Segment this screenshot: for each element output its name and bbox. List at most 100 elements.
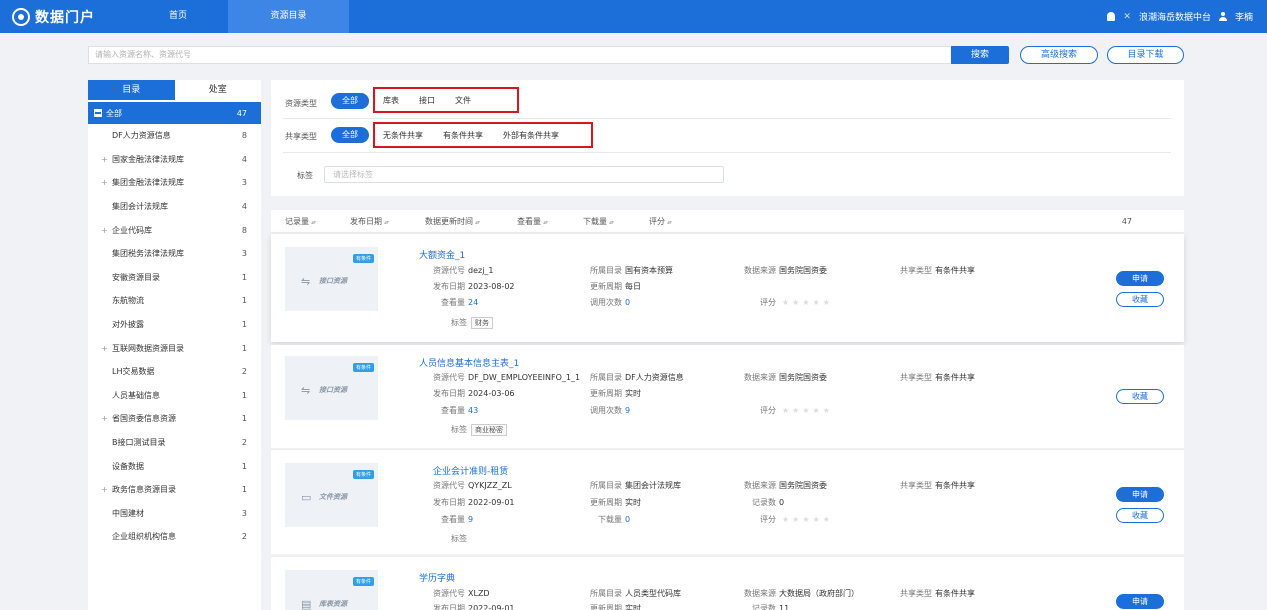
tree-item[interactable]: 东航物流 1 — [88, 289, 261, 313]
rating-stars[interactable]: ★★★★★ — [782, 406, 833, 415]
tree-label: 集团税务法律法规库 — [112, 249, 184, 259]
tree-item[interactable]: 对外披露 1 — [88, 313, 261, 337]
rating-stars[interactable]: ★★★★★ — [782, 298, 833, 307]
table-icon: ▤ — [301, 598, 312, 610]
tree-item[interactable]: 人员基础信息 1 — [88, 384, 261, 408]
resource-title[interactable]: 大额资金_1 — [419, 248, 465, 261]
bell-icon[interactable] — [1107, 12, 1116, 21]
apply-button[interactable]: 申请 — [1116, 594, 1164, 609]
resource-thumbnail[interactable]: 有条件 ▤ 库表资源 — [285, 570, 378, 610]
tree-item[interactable]: 企业组织机构信息 2 — [88, 525, 261, 549]
share-type-unconditional[interactable]: 无条件共享 — [383, 130, 423, 141]
kv-views: 查看量 24 — [441, 298, 479, 307]
tree-label: 设备数据 — [112, 461, 144, 471]
tree-label: 国家金融法律法规库 — [112, 154, 184, 164]
resource-thumbnail[interactable]: 有条件 ⇋ 接口资源 — [285, 356, 378, 420]
apply-button[interactable]: 申请 — [1116, 487, 1164, 502]
divider — [283, 118, 1171, 119]
portal-logo[interactable]: 数据门户 — [0, 7, 128, 27]
tree-item[interactable]: 集团会计法规库 4 — [88, 195, 261, 219]
tree-item[interactable]: 集团税务法律法规库 3 — [88, 242, 261, 266]
kv-pub-date: 发布日期 2023-08-02 — [433, 282, 515, 291]
tab-catalog[interactable]: 目录 — [88, 80, 175, 100]
resource-title[interactable]: 人员信息基本信息主表_1 — [419, 356, 519, 369]
tree-label: 集团会计法规库 — [112, 202, 168, 212]
rating-stars[interactable]: ★★★★★ — [782, 515, 833, 524]
search-button[interactable]: 搜索 — [951, 46, 1009, 64]
kv-pub-date: 发布日期 2024-03-06 — [433, 389, 515, 398]
kv-views: 查看量 9 — [441, 515, 474, 524]
nav-home[interactable]: 首页 — [128, 0, 228, 33]
share-type-all[interactable]: 全部 — [331, 127, 369, 143]
apply-button[interactable]: 申请 — [1116, 271, 1164, 286]
kv-calls: 调用次数 0 — [590, 298, 631, 307]
kv-tag: 标签 财务 — [451, 317, 493, 329]
tree-count: 4 — [241, 202, 247, 212]
sort-publish-date[interactable]: 发布日期 — [350, 216, 388, 227]
tag-select[interactable]: 请选择标签 — [324, 166, 724, 183]
resource-type-api[interactable]: 接口 — [419, 95, 435, 106]
user-icon — [1218, 12, 1227, 21]
sort-records[interactable]: 记录量 — [285, 216, 315, 227]
tree-item[interactable]: 设备数据 1 — [88, 454, 261, 478]
resource-type-file[interactable]: 文件 — [455, 95, 471, 106]
kv-tag: 标签 — [451, 534, 467, 543]
nav-resource-catalog[interactable]: 资源目录 — [228, 0, 349, 33]
tree-label: 对外披露 — [112, 320, 144, 330]
tree-item[interactable]: 互联网数据资源目录 1 — [88, 336, 261, 360]
resource-thumbnail[interactable]: 有条件 ▭ 文件资源 — [285, 463, 378, 527]
resource-title[interactable]: 学历字典 — [419, 571, 455, 584]
search-input[interactable]: 请输入资源名称、资源代号 — [88, 46, 950, 64]
divider — [283, 152, 1171, 153]
tree-label: 互联网数据资源目录 — [112, 343, 184, 353]
kv-calls: 调用次数 9 — [590, 406, 631, 415]
sort-views[interactable]: 查看量 — [517, 216, 547, 227]
favorite-button[interactable]: 收藏 — [1116, 508, 1164, 523]
share-type-label: 共享类型 — [285, 132, 317, 141]
kv-rating: 评分 ★★★★★ — [760, 298, 833, 307]
tree-label: 省国资委信息资源 — [112, 414, 176, 424]
tree-count: 1 — [241, 461, 247, 471]
condition-badge: 有条件 — [352, 254, 374, 263]
kv-records: 记录数 11 — [752, 604, 790, 610]
resource-type-table[interactable]: 库表 — [383, 95, 399, 106]
result-card: 有条件 ▭ 文件资源 企业会计准则-租赁 资源代号 QYKJZZ_ZL 发布日期 2… — [271, 450, 1184, 554]
tree-item[interactable]: 企业代码库 8 — [88, 218, 261, 242]
tree-item[interactable]: 政务信息资源目录 1 — [88, 478, 261, 502]
tree-count: 1 — [241, 320, 247, 330]
kv-catalog: 所属目录 DF人力资源信息 — [590, 373, 684, 382]
sort-rating[interactable]: 评分 — [649, 216, 671, 227]
tree-count: 1 — [241, 272, 247, 282]
tree-item[interactable]: B接口测试目录 2 — [88, 431, 261, 455]
tree-label: 中国建材 — [112, 508, 144, 518]
tree-item[interactable]: 省国资委信息资源 1 — [88, 407, 261, 431]
tree-item[interactable]: 国家金融法律法规库 4 — [88, 148, 261, 172]
tree-root-all[interactable]: 全部 47 — [88, 102, 261, 124]
advanced-search-button[interactable]: 高级搜索 — [1020, 46, 1098, 64]
share-type-conditional[interactable]: 有条件共享 — [443, 130, 483, 141]
tree-item[interactable]: LH交易数据 2 — [88, 360, 261, 384]
kv-update-cycle: 更新周期 每日 — [590, 282, 641, 291]
sort-update-time[interactable]: 数据更新时间 — [425, 216, 479, 227]
tree-item[interactable]: DF人力资源信息 8 — [88, 124, 261, 148]
tag-chip[interactable]: 财务 — [471, 317, 493, 329]
tree-item[interactable]: 中国建材 3 — [88, 502, 261, 526]
tag-chip[interactable]: 商业秘密 — [471, 424, 507, 436]
favorite-button[interactable]: 收藏 — [1116, 292, 1164, 307]
user-name[interactable]: 李楠 — [1235, 10, 1253, 23]
tree-item[interactable]: 集团金融法律法规库 3 — [88, 171, 261, 195]
platform-name[interactable]: 浪潮海岳数据中台 — [1139, 10, 1211, 23]
tree-item[interactable]: 安徽资源目录 1 — [88, 266, 261, 290]
sort-downloads[interactable]: 下载量 — [583, 216, 613, 227]
resource-title[interactable]: 企业会计准则-租赁 — [433, 464, 508, 477]
catalog-download-button[interactable]: 目录下载 — [1107, 46, 1184, 64]
result-card: 有条件 ⇋ 接口资源 人员信息基本信息主表_1 资源代号 DF_DW_EMPLOY… — [271, 345, 1184, 448]
result-card: 有条件 ▤ 库表资源 学历字典 资源代号 XLZD 发布日期 2022-09-01 … — [271, 557, 1184, 610]
favorite-button[interactable]: 收藏 — [1116, 389, 1164, 404]
resource-thumbnail[interactable]: 有条件 ⇋ 接口资源 — [285, 247, 378, 311]
share-type-external[interactable]: 外部有条件共享 — [503, 130, 559, 141]
collapse-icon[interactable] — [94, 109, 102, 117]
tab-department[interactable]: 处室 — [174, 80, 261, 100]
resource-type-all[interactable]: 全部 — [331, 93, 369, 109]
tree-count: 2 — [241, 438, 247, 448]
